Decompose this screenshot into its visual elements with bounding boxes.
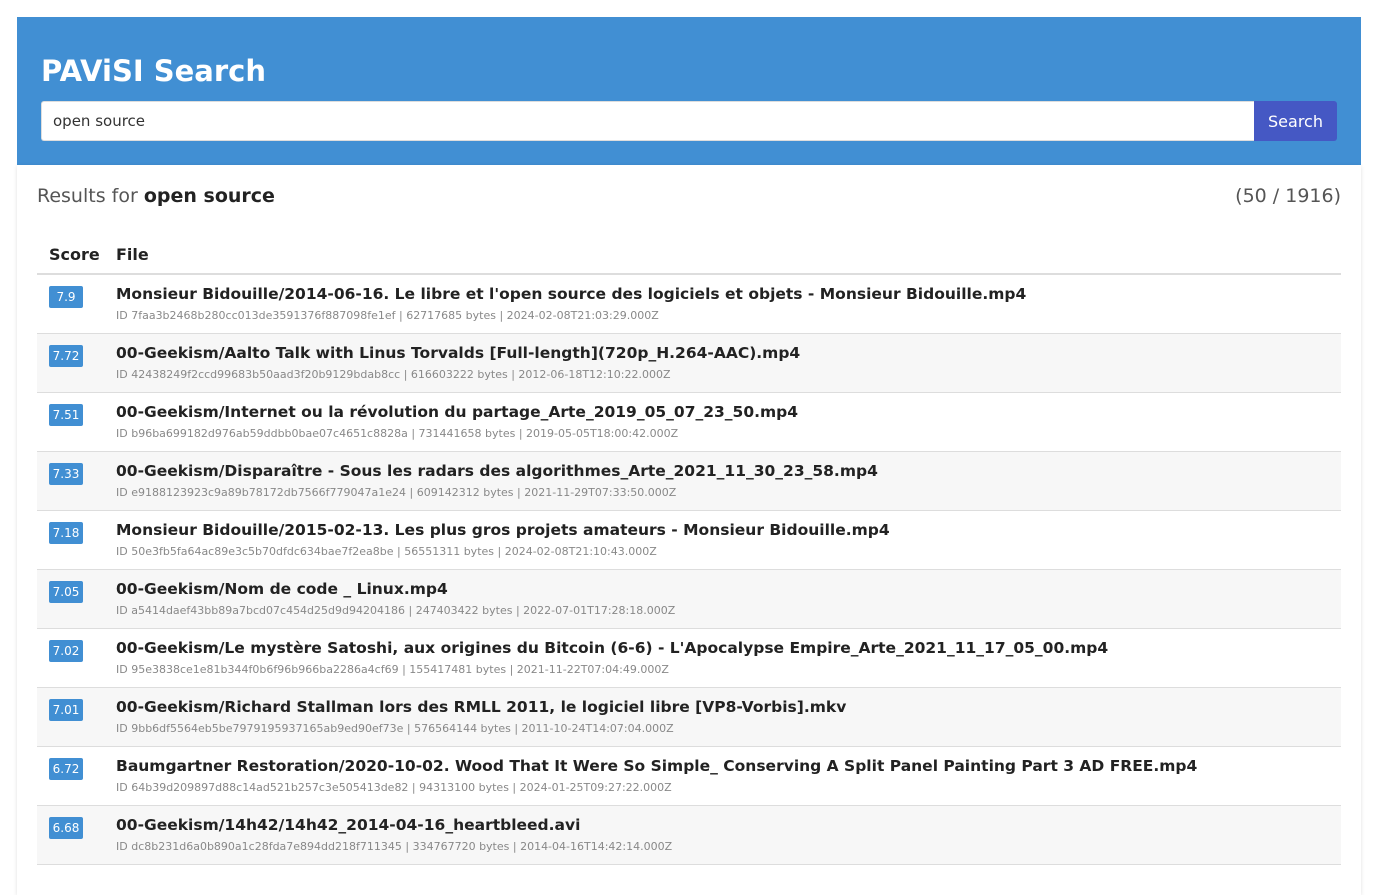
results-heading: Results for open source bbox=[37, 187, 275, 206]
score-badge: 7.33 bbox=[49, 463, 83, 485]
file-name[interactable]: 00-Geekism/Richard Stallman lors des RML… bbox=[116, 698, 1331, 717]
file-meta: ID 9bb6df5564eb5be7979195937165ab9ed90ef… bbox=[116, 722, 674, 735]
score-badge: 6.72 bbox=[49, 758, 83, 780]
file-name[interactable]: 00-Geekism/Le mystère Satoshi, aux origi… bbox=[116, 639, 1331, 658]
table-row[interactable]: 7.51 00-Geekism/Internet ou la révolutio… bbox=[37, 393, 1341, 452]
file-meta: ID 95e3838ce1e81b344f0b6f96b966ba2286a4c… bbox=[116, 663, 669, 676]
search-button[interactable]: Search bbox=[1254, 101, 1337, 141]
score-badge: 7.18 bbox=[49, 522, 83, 544]
results-heading-prefix: Results for bbox=[37, 185, 138, 207]
results-count: (50 / 1916) bbox=[1235, 185, 1341, 207]
table-row[interactable]: 7.9 Monsieur Bidouille/2014-06-16. Le li… bbox=[37, 275, 1341, 334]
file-meta: ID 50e3fb5fa64ac89e3c5b70dfdc634bae7f2ea… bbox=[116, 545, 657, 558]
file-name[interactable]: 00-Geekism/Nom de code _ Linux.mp4 bbox=[116, 580, 1331, 599]
score-badge: 7.9 bbox=[49, 286, 83, 308]
file-name[interactable]: Monsieur Bidouille/2014-06-16. Le libre … bbox=[116, 285, 1331, 304]
app-header: PAViSI Search Search bbox=[17, 17, 1361, 165]
table-row[interactable]: 6.68 00-Geekism/14h42/14h42_2014-04-16_h… bbox=[37, 806, 1341, 865]
score-badge: 7.72 bbox=[49, 345, 83, 367]
file-meta: ID e9188123923c9a89b78172db7566f779047a1… bbox=[116, 486, 677, 499]
search-bar: Search bbox=[41, 101, 1337, 141]
file-name[interactable]: 00-Geekism/Aalto Talk with Linus Torvald… bbox=[116, 344, 1331, 363]
file-name[interactable]: Monsieur Bidouille/2015-02-13. Les plus … bbox=[116, 521, 1331, 540]
score-badge: 7.02 bbox=[49, 640, 83, 662]
file-name[interactable]: 00-Geekism/Disparaître - Sous les radars… bbox=[116, 462, 1331, 481]
results-table-body: 7.9 Monsieur Bidouille/2014-06-16. Le li… bbox=[37, 275, 1341, 865]
table-row[interactable]: 7.02 00-Geekism/Le mystère Satoshi, aux … bbox=[37, 629, 1341, 688]
file-meta: ID a5414daef43bb89a7bcd07c454d25d9d94204… bbox=[116, 604, 676, 617]
column-header-file: File bbox=[116, 245, 149, 264]
table-row[interactable]: 7.33 00-Geekism/Disparaître - Sous les r… bbox=[37, 452, 1341, 511]
file-name[interactable]: Baumgartner Restoration/2020-10-02. Wood… bbox=[116, 757, 1331, 776]
file-meta: ID dc8b231d6a0b890a1c28fda7e894dd218f711… bbox=[116, 840, 673, 853]
column-header-score: Score bbox=[49, 245, 100, 264]
file-meta: ID 64b39d209897d88c14ad521b257c3e505413d… bbox=[116, 781, 672, 794]
results-query: open source bbox=[143, 185, 275, 207]
score-badge: 7.05 bbox=[49, 581, 83, 603]
file-meta: ID 7faa3b2468b280cc013de3591376f887098fe… bbox=[116, 309, 659, 322]
results-table-header: Score File bbox=[37, 237, 1341, 275]
app-title: PAViSI Search bbox=[41, 54, 266, 88]
score-badge: 7.01 bbox=[49, 699, 83, 721]
results-panel: Results for open source (50 / 1916) Scor… bbox=[17, 165, 1361, 895]
score-badge: 6.68 bbox=[49, 817, 83, 839]
table-row[interactable]: 7.01 00-Geekism/Richard Stallman lors de… bbox=[37, 688, 1341, 747]
file-name[interactable]: 00-Geekism/Internet ou la révolution du … bbox=[116, 403, 1331, 422]
file-name[interactable]: 00-Geekism/14h42/14h42_2014-04-16_heartb… bbox=[116, 816, 1331, 835]
table-row[interactable]: 7.05 00-Geekism/Nom de code _ Linux.mp4 … bbox=[37, 570, 1341, 629]
search-input[interactable] bbox=[41, 101, 1254, 141]
score-badge: 7.51 bbox=[49, 404, 83, 426]
file-meta: ID 42438249f2ccd99683b50aad3f20b9129bdab… bbox=[116, 368, 671, 381]
table-row[interactable]: 7.18 Monsieur Bidouille/2015-02-13. Les … bbox=[37, 511, 1341, 570]
table-row[interactable]: 7.72 00-Geekism/Aalto Talk with Linus To… bbox=[37, 334, 1341, 393]
file-meta: ID b96ba699182d976ab59ddbb0bae07c4651c88… bbox=[116, 427, 679, 440]
table-row[interactable]: 6.72 Baumgartner Restoration/2020-10-02.… bbox=[37, 747, 1341, 806]
